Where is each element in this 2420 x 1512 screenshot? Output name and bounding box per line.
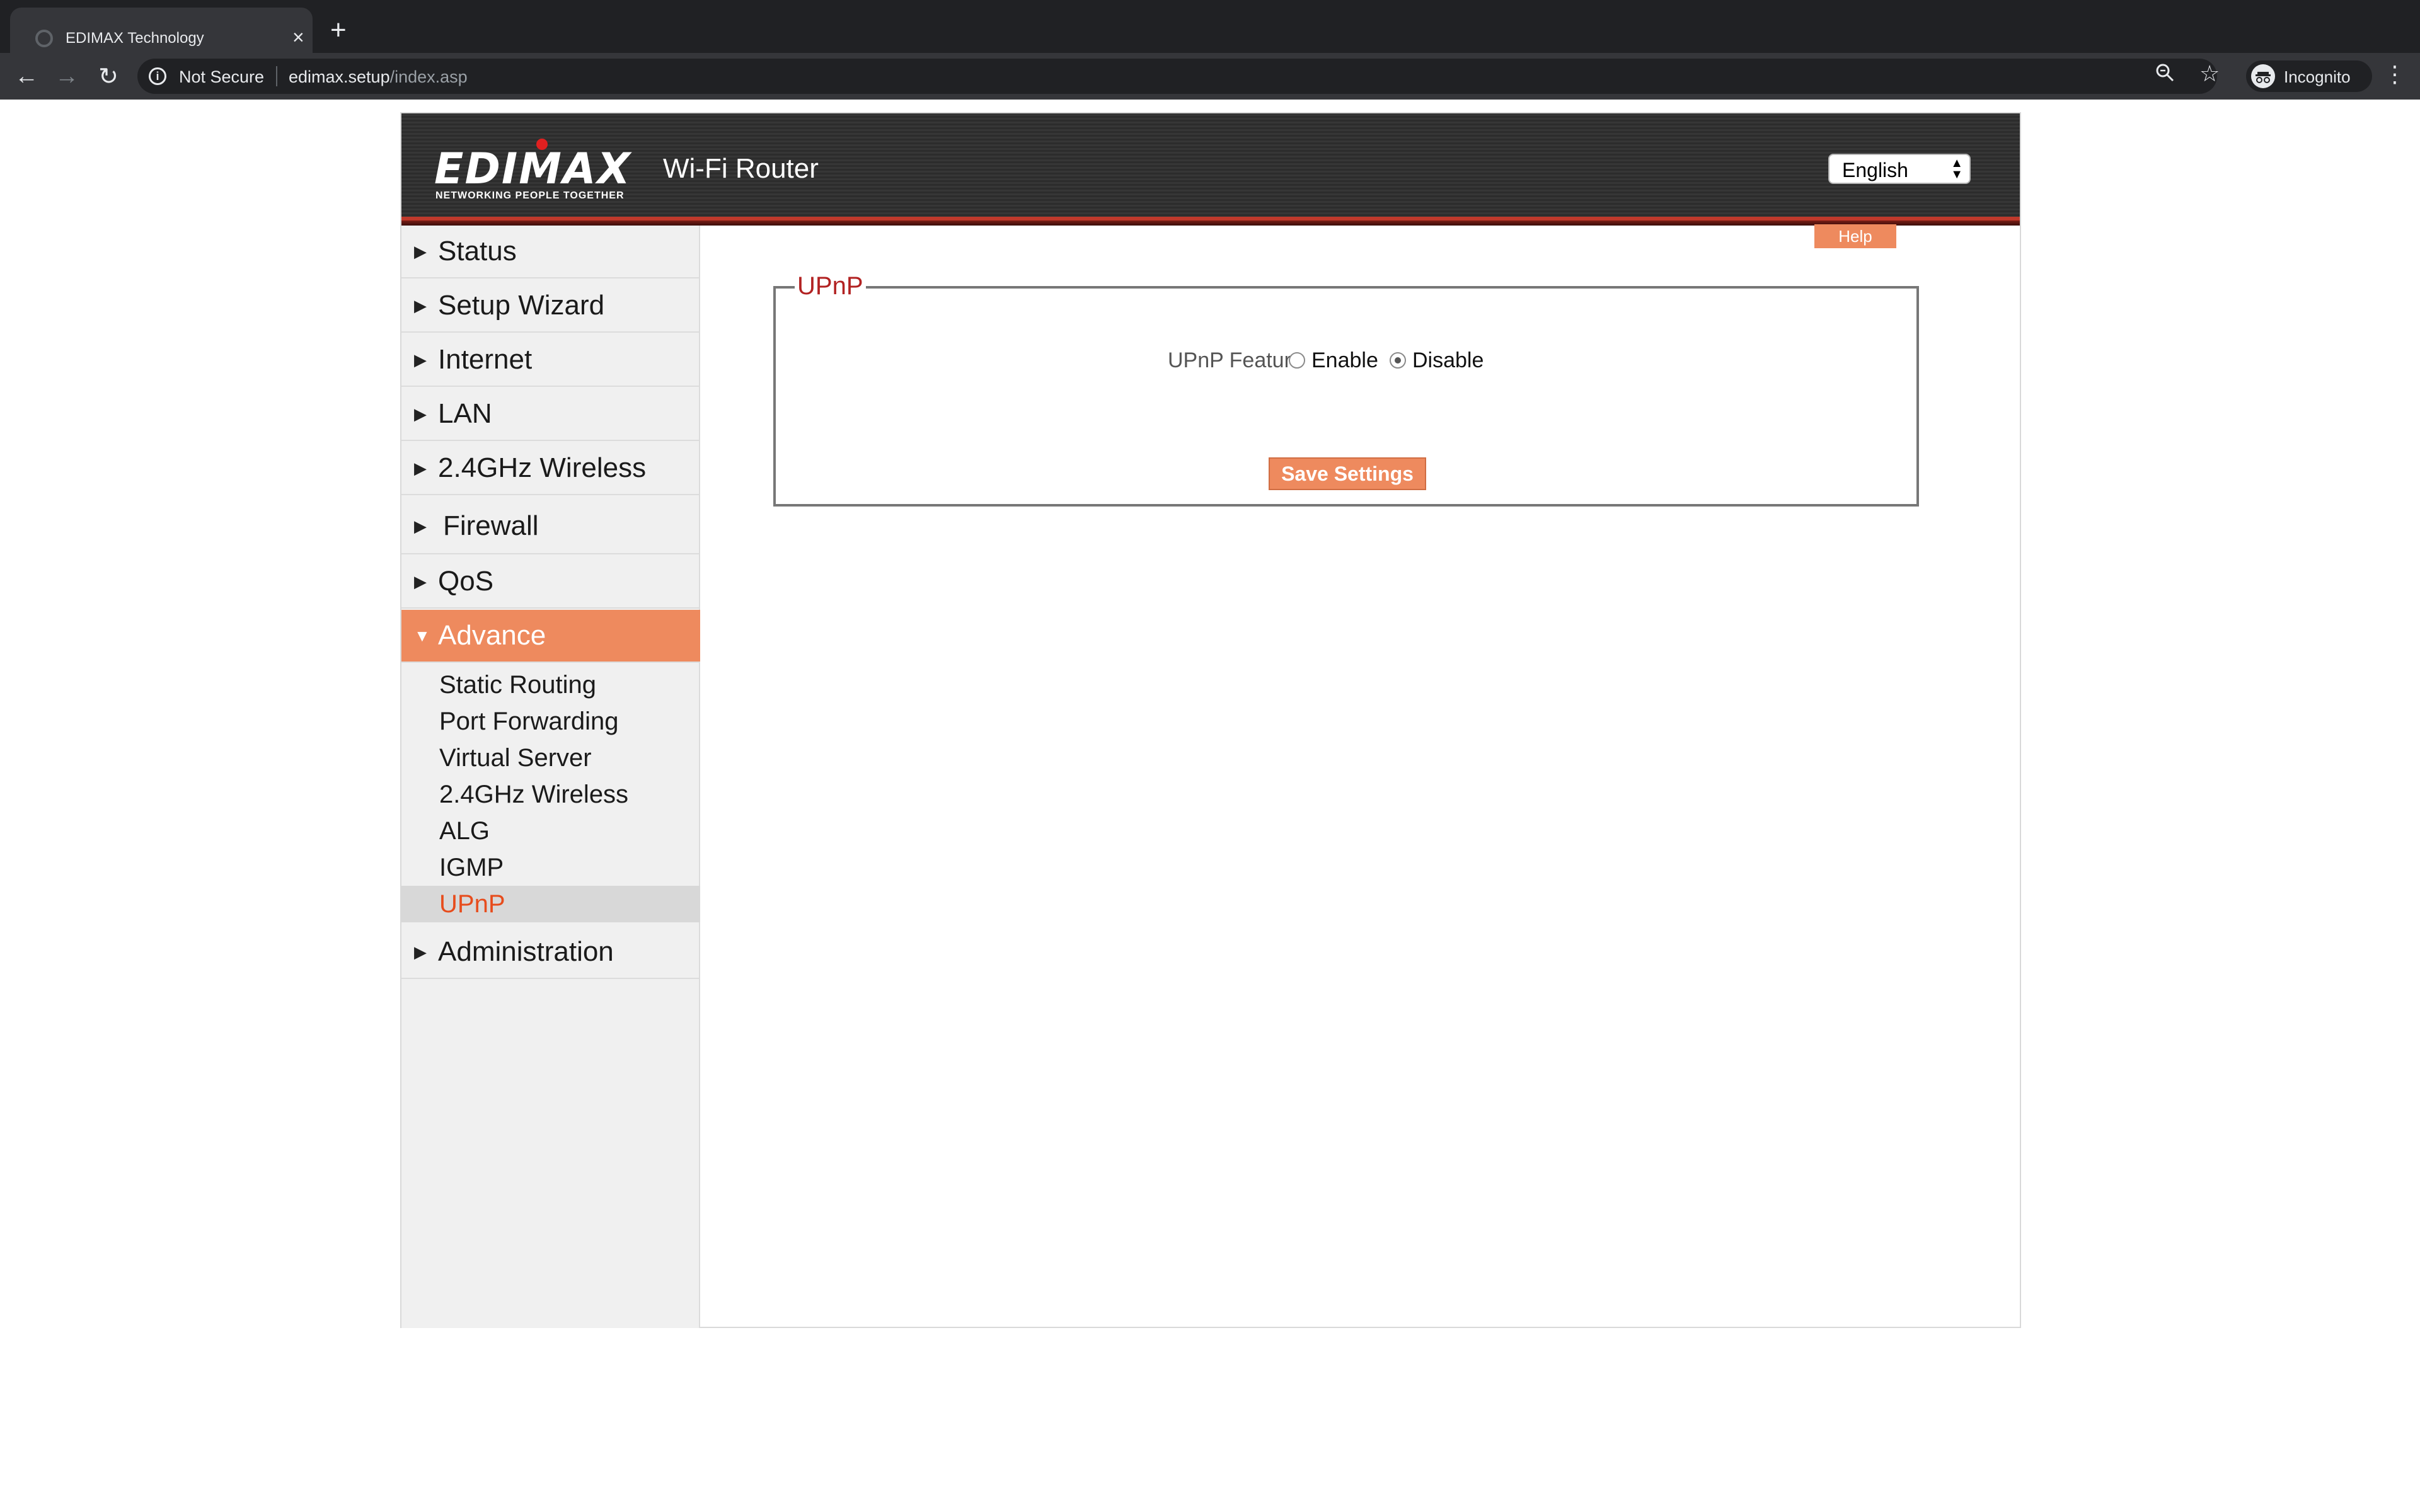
- sidebar-subitem-upnp[interactable]: UPnP: [401, 886, 700, 922]
- back-icon[interactable]: ←: [9, 53, 44, 100]
- security-label[interactable]: Not Secure: [179, 67, 264, 86]
- sidebar-item-wireless[interactable]: ▶ 2.4GHz Wireless: [401, 442, 700, 495]
- select-arrows-icon: ▲ ▼: [1950, 156, 1963, 181]
- sidebar-item-firewall[interactable]: ▶ Firewall: [401, 496, 700, 554]
- router-header: EDIMAX NETWORKING PEOPLE TOGETHER Wi-Fi …: [401, 113, 2020, 226]
- url-host: edimax.setup: [289, 67, 390, 86]
- sidebar-subitem-port-forwarding[interactable]: Port Forwarding: [401, 703, 700, 740]
- incognito-profile[interactable]: Incognito: [2246, 60, 2372, 92]
- router-page: EDIMAX NETWORKING PEOPLE TOGETHER Wi-Fi …: [400, 112, 2021, 1328]
- sidebar-subitem-static-routing[interactable]: Static Routing: [401, 667, 700, 703]
- sidebar: ▶ Status ▶ Setup Wizard ▶ Internet ▶ LAN…: [401, 226, 700, 1328]
- sidebar-item-label: Setup Wizard: [438, 290, 605, 321]
- zoom-icon[interactable]: [2155, 63, 2174, 87]
- sidebar-item-advance[interactable]: ▼ Advance: [401, 610, 700, 663]
- url-separator: [276, 66, 277, 86]
- disable-label[interactable]: Disable: [1412, 348, 1484, 373]
- arrow-right-icon: ▶: [414, 459, 427, 478]
- language-select[interactable]: English ▲ ▼: [1828, 154, 1971, 184]
- sidebar-subitem-label: Virtual Server: [439, 744, 592, 772]
- help-button[interactable]: Help: [1814, 224, 1896, 248]
- arrow-right-icon: ▶: [414, 942, 427, 961]
- address-bar[interactable]: i Not Secure edimax.setup/index.asp: [137, 59, 2217, 94]
- arrow-right-icon: ▶: [414, 350, 427, 369]
- sidebar-item-label: 2.4GHz Wireless: [438, 452, 647, 483]
- arrow-right-icon: ▶: [414, 517, 427, 536]
- sidebar-item-label: Advance: [438, 620, 546, 651]
- sidebar-subitem-label: ALG: [439, 817, 490, 845]
- product-name: Wi-Fi Router: [663, 153, 819, 184]
- sidebar-subitem-label: Port Forwarding: [439, 707, 619, 735]
- sidebar-subitem-wireless[interactable]: 2.4GHz Wireless: [401, 776, 700, 813]
- sidebar-item-setup-wizard[interactable]: ▶ Setup Wizard: [401, 280, 700, 333]
- edimax-logo: EDIMAX NETWORKING PEOPLE TOGETHER: [434, 139, 642, 201]
- header-red-stripe: [401, 217, 2020, 226]
- enable-radio[interactable]: [1289, 352, 1305, 369]
- sidebar-subitem-label: Static Routing: [439, 671, 597, 699]
- upnp-fieldset: UPnP UPnP Feature Enable Disable Save Se…: [773, 271, 1919, 507]
- sidebar-item-lan[interactable]: ▶ LAN: [401, 388, 700, 441]
- incognito-label: Incognito: [2284, 67, 2351, 86]
- upnp-feature-label: UPnP Feature: [1168, 348, 1303, 372]
- language-value: English: [1842, 159, 1908, 181]
- info-icon[interactable]: i: [149, 67, 166, 85]
- close-icon[interactable]: ×: [292, 27, 304, 47]
- globe-icon: [35, 30, 53, 47]
- browser-toolbar: ← → ↻ i Not Secure edimax.setup/index.as…: [0, 53, 2420, 100]
- logo-text: EDIMAX: [434, 144, 631, 194]
- sidebar-item-label: Firewall: [443, 510, 539, 541]
- sidebar-item-label: LAN: [438, 398, 492, 429]
- sidebar-item-status[interactable]: ▶ Status: [401, 226, 700, 278]
- sidebar-item-label: Administration: [438, 936, 614, 967]
- sidebar-item-administration[interactable]: ▶ Administration: [401, 926, 700, 979]
- arrow-right-icon: ▶: [414, 242, 427, 261]
- browser-tabstrip: EDIMAX Technology × +: [0, 0, 2420, 53]
- sidebar-subitem-label: 2.4GHz Wireless: [439, 781, 629, 808]
- reload-icon[interactable]: ↻: [91, 53, 126, 100]
- sidebar-subitem-igmp[interactable]: IGMP: [401, 849, 700, 886]
- logo-dot: [536, 139, 548, 150]
- forward-icon[interactable]: →: [49, 53, 84, 100]
- sidebar-item-label: Internet: [438, 344, 533, 375]
- url-text[interactable]: edimax.setup/index.asp: [289, 67, 468, 86]
- sidebar-item-qos[interactable]: ▶ QoS: [401, 556, 700, 609]
- arrow-right-icon: ▶: [414, 404, 427, 423]
- sidebar-subitem-label: UPnP: [439, 890, 505, 918]
- sidebar-item-internet[interactable]: ▶ Internet: [401, 334, 700, 387]
- save-settings-button[interactable]: Save Settings: [1269, 457, 1426, 490]
- sidebar-subitem-virtual-server[interactable]: Virtual Server: [401, 740, 700, 776]
- arrow-right-icon: ▶: [414, 296, 427, 315]
- browser-tab[interactable]: EDIMAX Technology ×: [10, 8, 313, 53]
- incognito-icon: [2251, 64, 2275, 88]
- sidebar-subitem-label: IGMP: [439, 854, 504, 881]
- tab-title: EDIMAX Technology: [66, 30, 204, 47]
- star-icon[interactable]: ☆: [2199, 60, 2220, 87]
- logo-tagline: NETWORKING PEOPLE TOGETHER: [435, 190, 625, 201]
- url-path: /index.asp: [389, 67, 468, 86]
- enable-label[interactable]: Enable: [1311, 348, 1378, 373]
- arrow-down-icon: ▼: [414, 626, 430, 645]
- disable-radio[interactable]: [1390, 352, 1406, 369]
- menu-icon[interactable]: ⋮: [2383, 60, 2406, 88]
- sidebar-item-label: QoS: [438, 566, 494, 597]
- section-title: UPnP: [795, 271, 866, 301]
- arrow-right-icon: ▶: [414, 572, 427, 591]
- sidebar-subitem-alg[interactable]: ALG: [401, 813, 700, 849]
- new-tab-button[interactable]: +: [330, 16, 347, 44]
- sidebar-item-label: Status: [438, 236, 517, 266]
